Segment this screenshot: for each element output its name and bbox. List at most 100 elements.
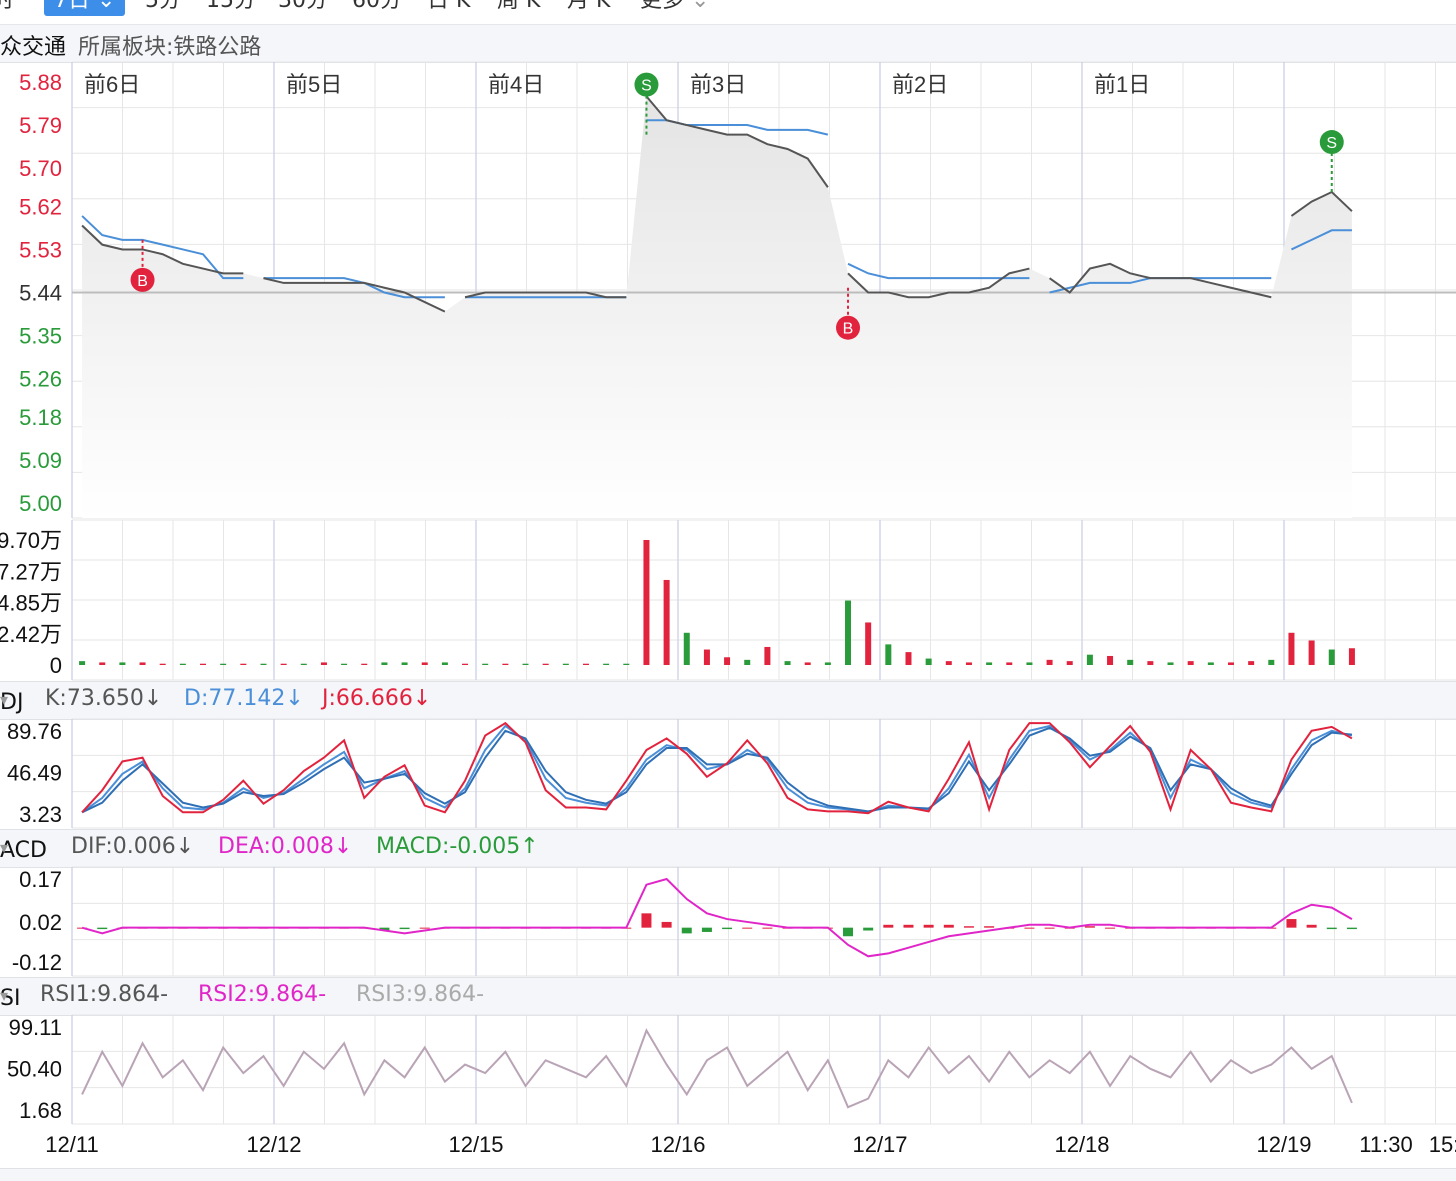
kdj-ytick-label: 46.49 (7, 761, 62, 786)
volume-bar (361, 663, 368, 665)
kdj-ytick-label: 3.23 (19, 802, 62, 827)
macd-ytick-label: 0.17 (19, 867, 62, 892)
macd-histogram-bar (399, 927, 410, 930)
macd-histogram-bar (903, 924, 914, 928)
price-ytick-label: 5.62 (19, 194, 62, 219)
volume-ytick-label: 0 (50, 653, 62, 678)
volume-bar (99, 662, 106, 665)
volume-bar (1006, 662, 1013, 665)
macd-dea-line (81, 877, 1353, 958)
macd-histogram-bar (1306, 924, 1317, 928)
x-axis-label: 11:30 (1359, 1132, 1412, 1157)
volume-bar (1127, 659, 1134, 665)
day-label: 前4日 (488, 72, 544, 97)
kdj-j-line (81, 721, 1353, 815)
macd-histogram-bar (923, 924, 934, 928)
macd-histogram-bar (1346, 927, 1357, 930)
macd-histogram-bar (883, 924, 894, 928)
price-ytick-label: 5.35 (19, 324, 62, 349)
trade-marker-label: B (843, 321, 854, 338)
volume-bar (1348, 648, 1355, 665)
macd-histogram-bar (722, 927, 733, 930)
macd-ytick-label: -0.12 (12, 950, 62, 975)
volume-bar (1207, 662, 1214, 665)
volume-bar (945, 661, 952, 665)
trade-marker-label: S (1326, 135, 1337, 152)
rsi-line (81, 1028, 1353, 1109)
macd-histogram-bar (1326, 927, 1337, 930)
volume-bar (965, 662, 972, 665)
macd-histogram-bar (1105, 927, 1116, 929)
volume-bar (1248, 661, 1255, 665)
macd-histogram-bar (681, 927, 692, 934)
bottom-tab-bar (0, 1168, 1456, 1181)
volume-bar (905, 652, 912, 665)
volume-bar (79, 661, 86, 665)
macd-histogram-bar (943, 924, 954, 928)
volume-bar (119, 662, 126, 665)
macd-histogram-bar (661, 921, 672, 928)
volume-bar (1026, 662, 1033, 665)
volume-ytick-label: 7.27万 (0, 559, 62, 584)
macd-histogram-bar (1044, 927, 1055, 929)
x-axis-label: 12/19 (1256, 1132, 1311, 1157)
volume-ytick-label: 2.42万 (0, 622, 62, 647)
volume-bar (804, 662, 811, 665)
volume-bar (603, 663, 610, 665)
day-label: 前6日 (84, 72, 140, 97)
volume-bar (522, 663, 529, 665)
volume-bar (562, 663, 569, 665)
price-ytick-label: 5.70 (19, 156, 62, 181)
x-axis-label: 12/12 (246, 1132, 301, 1157)
macd-histogram-bar (701, 927, 712, 932)
volume-bar (462, 663, 469, 665)
volume-bar (1066, 661, 1073, 665)
macd-histogram-bar (97, 927, 108, 930)
volume-bar (925, 658, 932, 665)
volume-bar (784, 661, 791, 665)
volume-bar (1046, 659, 1053, 665)
price-ytick-label: 5.09 (19, 448, 62, 473)
rsi-ytick-label: 99.11 (9, 1015, 62, 1040)
volume-bar (482, 663, 489, 665)
volume-bar (1227, 662, 1234, 665)
macd-ytick-label: 0.02 (19, 910, 62, 935)
kdj-ytick-label: 89.76 (7, 719, 62, 744)
rsi-grid (71, 1014, 1456, 1125)
price-ytick-label: 5.18 (19, 405, 62, 430)
price-ytick-label: 5.88 (19, 70, 62, 95)
x-axis-label: 15: (1429, 1132, 1456, 1157)
rsi-ytick-label: 50.40 (7, 1056, 62, 1081)
volume-bar (1268, 659, 1275, 665)
price-ytick-label: 5.00 (19, 491, 62, 516)
volume-ytick-label: 4.85万 (0, 591, 62, 616)
volume-grid (71, 519, 1456, 681)
volume-bar (1167, 662, 1174, 665)
volume-bar (724, 657, 731, 665)
volume-bar (986, 662, 993, 665)
macd-histogram-bar (863, 927, 874, 931)
trade-marker-label: B (137, 273, 148, 290)
volume-bar (260, 663, 267, 665)
chart-canvas[interactable]: 前6日 前5日 前4日 前3日 前2日 前1日 5.88 5.79 5.70 5.62 5.53 5.… (0, 0, 1456, 1180)
volume-bar (643, 540, 650, 665)
macd-histogram-bar (762, 927, 773, 929)
volume-bar (865, 622, 872, 665)
volume-bar (582, 663, 589, 665)
volume-bar (764, 646, 771, 665)
volume-bar (381, 662, 388, 665)
volume-bar (502, 663, 509, 665)
volume-bar (623, 663, 630, 665)
day-label: 前3日 (690, 72, 746, 97)
stock-chart-app: 时 7日 ⌄ 5分 15分 30分 60分 日 K 周 K 月 K 更多 ⌄ 众… (0, 0, 1456, 1181)
volume-bar (421, 662, 428, 665)
day-label: 前5日 (286, 72, 342, 97)
macd-histogram-bar (984, 926, 995, 928)
volume-bar (320, 662, 327, 665)
macd-histogram-bar (843, 927, 854, 937)
price-ytick-label: 5.44 (19, 281, 62, 306)
volume-bar (1308, 640, 1315, 665)
price-ytick-label: 5.26 (19, 367, 62, 392)
x-axis-label: 12/11 (45, 1132, 98, 1157)
x-axis-label: 12/15 (448, 1132, 503, 1157)
